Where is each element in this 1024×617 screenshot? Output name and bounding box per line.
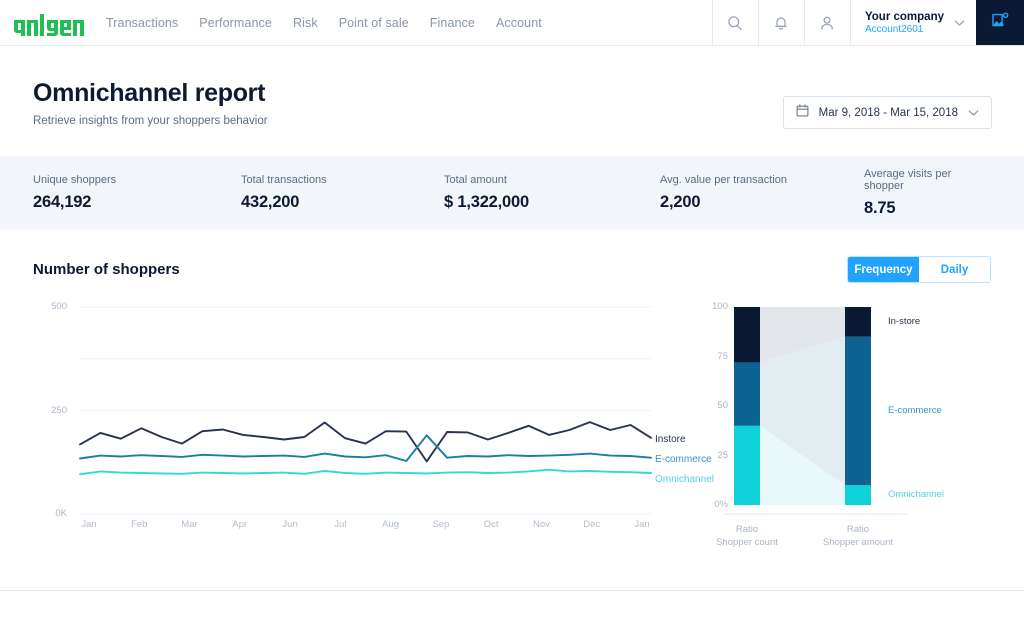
app-launcher-button[interactable] bbox=[976, 0, 1024, 45]
bar-segment-omnichannel bbox=[734, 425, 760, 505]
series-label-omnichannel: Omnichannel bbox=[888, 489, 944, 501]
page-header-text: Omnichannel report Retrieve insights fro… bbox=[33, 79, 268, 127]
x-axis-tick: Mar bbox=[181, 519, 198, 530]
kpi-value: 264,192 bbox=[33, 193, 92, 211]
x-axis-tick: Jul bbox=[334, 519, 347, 530]
notifications-button[interactable] bbox=[757, 0, 804, 45]
nav-link-point-of-sale[interactable]: Point of sale bbox=[339, 16, 409, 30]
ribbon-chart-canvas bbox=[724, 307, 907, 515]
line-series-omnichannel bbox=[79, 468, 652, 476]
search-icon bbox=[727, 15, 743, 31]
bar-segment-omnichannel bbox=[845, 485, 871, 505]
bar-segment-e-commerce bbox=[845, 336, 871, 486]
page-subtitle: Retrieve insights from your shoppers beh… bbox=[33, 115, 268, 127]
x-axis-tick: Apr bbox=[232, 519, 248, 530]
toggle-option-daily[interactable]: Daily bbox=[919, 257, 990, 282]
chart-title: Number of shoppers bbox=[33, 261, 180, 278]
x-axis-tick: Aug bbox=[382, 519, 400, 530]
chart-section: Number of shoppers Frequency Daily 0K 250… bbox=[0, 230, 1024, 617]
x-axis-tick: Feb bbox=[131, 519, 148, 530]
ribbon-y-axis-tick: 50 bbox=[717, 400, 728, 411]
company-name: Your company bbox=[864, 10, 944, 23]
y-axis-tick: 500 bbox=[51, 301, 67, 312]
nav-link-finance[interactable]: Finance bbox=[430, 16, 475, 30]
line-chart-canvas bbox=[79, 306, 652, 515]
kpi-value: 432,200 bbox=[241, 193, 300, 211]
date-range-label: Mar 9, 2018 - Mar 15, 2018 bbox=[818, 106, 958, 119]
x-axis-tick: Jun bbox=[282, 519, 298, 530]
company-switcher-text: Your company Account2601 bbox=[865, 11, 944, 35]
bar-segment-in-store bbox=[845, 307, 871, 337]
kpi-value: 8.75 bbox=[864, 199, 896, 217]
search-button[interactable] bbox=[711, 0, 758, 45]
nav-link-account[interactable]: Account bbox=[496, 16, 542, 30]
toggle-option-frequency[interactable]: Frequency bbox=[848, 257, 919, 282]
image-upload-icon bbox=[991, 11, 1010, 35]
category-label: Ratio Shopper amount bbox=[803, 523, 913, 549]
adyen-logo[interactable] bbox=[14, 10, 84, 36]
x-axis-tick: Jan bbox=[81, 519, 97, 530]
kpi-value: $ 1,322,000 bbox=[444, 193, 529, 211]
y-axis-tick: 0K bbox=[55, 508, 67, 519]
chart-header: Number of shoppers Frequency Daily bbox=[33, 230, 991, 283]
x-axis-tick: Oct bbox=[483, 519, 499, 530]
chevron-down-icon bbox=[954, 14, 965, 32]
bell-icon bbox=[773, 15, 789, 31]
category-label-line: Ratio bbox=[735, 524, 759, 535]
kpi-label: Total amount bbox=[444, 174, 507, 186]
kpi-label: Avg. value per transaction bbox=[660, 174, 787, 186]
company-switcher[interactable]: Your company Account2601 bbox=[849, 0, 976, 45]
category-label-line: Shopper count bbox=[716, 537, 778, 548]
kpi-avg-value-per-transaction: Avg. value per transaction 2,200 bbox=[660, 174, 864, 212]
calendar-icon bbox=[796, 103, 809, 122]
nav-links: Transactions Performance Risk Point of s… bbox=[106, 16, 542, 30]
chevron-down-icon bbox=[968, 104, 979, 122]
user-profile-button[interactable] bbox=[803, 0, 850, 45]
company-account-id: Account2601 bbox=[864, 23, 924, 35]
x-axis-tick: Sep bbox=[432, 519, 450, 530]
x-axis-tick: Nov bbox=[533, 519, 550, 530]
kpi-value: 2,200 bbox=[660, 193, 701, 211]
kpi-label: Total transactions bbox=[241, 174, 327, 186]
number-of-shoppers-line-chart: 0K 250 500 Jan Feb Mar Apr Jun Jul Aug Sep Oct Nov D… bbox=[33, 297, 714, 547]
nav-link-performance[interactable]: Performance bbox=[199, 16, 272, 30]
page-title: Omnichannel report bbox=[33, 79, 266, 107]
x-axis-tick: Jan bbox=[634, 519, 650, 530]
ribbon-y-axis-tick: 0% bbox=[714, 499, 728, 510]
page-header: Omnichannel report Retrieve insights fro… bbox=[0, 46, 1024, 156]
series-label-e-commerce: E-commerce bbox=[888, 404, 942, 416]
ribbon-y-axis-tick: 25 bbox=[717, 449, 728, 461]
user-icon bbox=[819, 15, 835, 31]
bar-segment-e-commerce bbox=[734, 362, 760, 426]
channel-ratio-chart: 0% 25 50 75 100 In-store E-commerce Omnichanne… bbox=[702, 297, 982, 549]
ribbon-y-axis-tick: 75 bbox=[717, 350, 728, 362]
kpi-average-visits-per-shopper: Average visits per shopper 8.75 bbox=[864, 168, 991, 218]
kpi-total-transactions: Total transactions 432,200 bbox=[241, 174, 444, 212]
kpi-total-amount: Total amount $ 1,322,000 bbox=[444, 174, 660, 212]
x-axis-tick: Dec bbox=[583, 519, 601, 530]
kpi-label: Unique shoppers bbox=[33, 174, 117, 186]
category-label: Ratio Shopper count bbox=[692, 523, 802, 549]
kpi-label: Average visits per shopper bbox=[864, 168, 952, 192]
category-label-line: Ratio bbox=[846, 524, 870, 535]
bar-segment-in-store bbox=[734, 307, 760, 363]
nav-left-group: Transactions Performance Risk Point of s… bbox=[0, 0, 712, 45]
top-navigation-bar: Transactions Performance Risk Point of s… bbox=[0, 0, 1024, 46]
y-axis-tick: 250 bbox=[51, 404, 67, 416]
nav-link-risk[interactable]: Risk bbox=[293, 16, 318, 30]
legend-item-instore: Instore bbox=[655, 434, 686, 445]
series-label-in-store: In-store bbox=[888, 315, 921, 327]
nav-right-group: Your company Account2601 bbox=[711, 0, 1024, 45]
category-label-line: Shopper amount bbox=[822, 537, 894, 548]
footer-divider bbox=[0, 590, 1024, 591]
charts-row: 0K 250 500 Jan Feb Mar Apr Jun Jul Aug Sep Oct Nov D… bbox=[33, 297, 991, 549]
kpi-summary-bar: Unique shoppers 264,192 Total transactio… bbox=[0, 156, 1024, 230]
kpi-unique-shoppers: Unique shoppers 264,192 bbox=[33, 174, 241, 212]
date-range-picker[interactable]: Mar 9, 2018 - Mar 15, 2018 bbox=[782, 96, 992, 129]
chart-mode-toggle: Frequency Daily bbox=[847, 256, 991, 283]
ribbon-y-axis-tick: 100 bbox=[712, 301, 728, 312]
nav-link-transactions[interactable]: Transactions bbox=[106, 16, 178, 30]
